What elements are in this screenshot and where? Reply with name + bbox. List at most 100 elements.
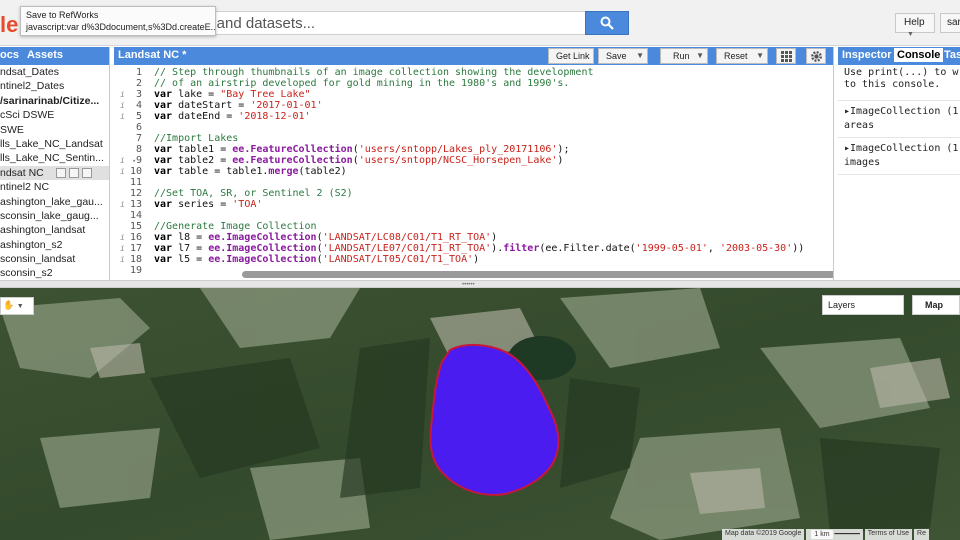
code-line[interactable]: i 18 var l5 = ee.ImageCollection('LANDSAT/… bbox=[114, 254, 833, 265]
share-icon[interactable] bbox=[56, 167, 66, 178]
asset-item[interactable]: ndsat_Dates bbox=[0, 65, 109, 79]
asset-item[interactable]: ntinel2_Dates bbox=[0, 79, 109, 93]
console-item-title: ImageCollection (1 bbox=[850, 143, 959, 154]
asset-item[interactable]: /sarinarinab/Citize... bbox=[0, 94, 109, 108]
code-line[interactable]: 2 // of an airstrip developed for gold mi… bbox=[114, 78, 833, 89]
terms-link[interactable]: Terms of Use bbox=[864, 529, 913, 540]
info-icon[interactable]: i bbox=[120, 111, 125, 122]
code-line[interactable]: 7 //Import Lakes bbox=[114, 133, 833, 144]
code-line[interactable]: 1 // Step through thumbnails of an image … bbox=[114, 67, 833, 78]
right-panel-tabs: Inspector Console Tas bbox=[838, 47, 960, 65]
chevron-down-icon: ▼ bbox=[756, 51, 764, 60]
code-area[interactable]: 1 // Step through thumbnails of an image … bbox=[114, 67, 833, 276]
earth-engine-logo[interactable]: le bbox=[0, 12, 18, 38]
line-number: 19 bbox=[114, 265, 142, 276]
line-number-text: 13 bbox=[129, 199, 142, 210]
code-line[interactable]: 8 var table1 = ee.FeatureCollection('user… bbox=[114, 144, 833, 155]
code-line[interactable]: i 17 var l7 = ee.ImageCollection('LANDSAT/… bbox=[114, 243, 833, 254]
map-attribution: Map data ©2019 Google 1 km ━━━━━━ Terms … bbox=[720, 529, 929, 540]
line-number: 7 bbox=[114, 133, 142, 144]
asset-item[interactable]: cSci DSWE bbox=[0, 108, 109, 122]
code-editor-app: le s and datasets... Save to RefWorks ja… bbox=[0, 0, 960, 540]
reset-button[interactable]: Reset ▼ bbox=[716, 48, 768, 64]
line-number-text: 18 bbox=[129, 254, 142, 265]
info-icon[interactable]: i bbox=[120, 254, 125, 265]
asset-item[interactable]: sconsin_lake_gaug... bbox=[0, 209, 109, 223]
info-icon[interactable]: i bbox=[120, 155, 125, 166]
delete-icon[interactable] bbox=[82, 167, 92, 178]
code-line[interactable]: i 13 var series = 'TOA' bbox=[114, 199, 833, 210]
user-account-button[interactable]: sari bbox=[940, 13, 960, 33]
code-line[interactable]: 12 //Set TOA, SR, or Sentinel 2 (S2) bbox=[114, 188, 833, 199]
tab-tasks[interactable]: Tas bbox=[944, 49, 960, 61]
code-token: )) bbox=[792, 243, 805, 254]
code-token: l8 = bbox=[172, 232, 209, 243]
code-text: //Generate Image Collection bbox=[154, 221, 317, 232]
asset-item[interactable]: lls_Lake_NC_Landsat bbox=[0, 137, 109, 151]
info-icon[interactable]: i bbox=[120, 232, 125, 243]
code-text: var table1 = ee.FeatureCollection('users… bbox=[154, 144, 569, 155]
asset-item[interactable]: ashington_landsat bbox=[0, 223, 109, 237]
asset-item[interactable]: ntinel2 NC bbox=[0, 180, 109, 194]
line-number: 1 bbox=[114, 67, 142, 78]
settings-button[interactable] bbox=[806, 48, 826, 64]
console-item[interactable]: ▸ImageCollection (1 areas bbox=[838, 101, 960, 138]
code-token: // Step through thumbnails of an image c… bbox=[154, 67, 594, 78]
code-text: var table = table1.merge(table2) bbox=[154, 166, 347, 177]
map-type-button[interactable]: Map bbox=[912, 295, 960, 315]
get-link-button[interactable]: Get Link bbox=[548, 48, 594, 64]
line-number-text: 9 bbox=[135, 155, 142, 166]
tab-docs[interactable]: ocs bbox=[0, 49, 19, 61]
code-line[interactable]: i 5 var dateEnd = '2018-12-01' bbox=[114, 111, 833, 122]
help-button[interactable]: Help ▼ bbox=[895, 13, 935, 38]
code-line[interactable]: i 3 var lake = "Bay Tree Lake" bbox=[114, 89, 833, 100]
info-icon[interactable]: i bbox=[120, 243, 125, 254]
code-line[interactable]: 14 bbox=[114, 210, 833, 221]
layers-control[interactable]: Layers bbox=[822, 295, 904, 315]
code-token: var bbox=[154, 243, 173, 254]
code-line[interactable]: i 9 ▾ var table2 = ee.FeatureCollection('us… bbox=[114, 155, 833, 166]
code-line[interactable]: 6 bbox=[114, 122, 833, 133]
tab-inspector[interactable]: Inspector bbox=[842, 49, 892, 61]
code-token: lake = bbox=[172, 89, 221, 100]
code-token: 'LANDSAT/LC08/C01/T1_RT_TOA' bbox=[322, 232, 492, 243]
horizontal-scrollbar[interactable] bbox=[242, 271, 833, 278]
info-icon[interactable]: i bbox=[120, 166, 125, 177]
save-button[interactable]: Save ▼ bbox=[598, 48, 648, 64]
code-line[interactable]: 15 //Generate Image Collection bbox=[114, 221, 833, 232]
code-token: (table2) bbox=[298, 166, 347, 177]
search-button[interactable] bbox=[585, 11, 629, 35]
drawing-tools[interactable]: ✋ ▼ bbox=[0, 297, 34, 315]
line-number: 12 bbox=[114, 188, 142, 199]
console-item[interactable]: ▸ImageCollection (1 images bbox=[838, 138, 960, 175]
console-intro: Use print(...) to w to this console. bbox=[838, 65, 960, 93]
info-icon[interactable]: i bbox=[120, 100, 125, 111]
apps-button[interactable] bbox=[776, 48, 796, 64]
report-link[interactable]: Re bbox=[914, 529, 929, 540]
run-button[interactable]: Run ▼ bbox=[660, 48, 708, 64]
code-text: var table2 = ee.FeatureCollection('users… bbox=[154, 155, 563, 166]
code-token: var bbox=[154, 199, 173, 210]
code-line[interactable]: i 4 var dateStart = '2017-01-01' bbox=[114, 100, 833, 111]
asset-item[interactable]: ashington_lake_gau... bbox=[0, 195, 109, 209]
asset-item[interactable]: sconsin_s2 bbox=[0, 266, 109, 280]
code-token: //Generate Image Collection bbox=[154, 221, 317, 232]
asset-item[interactable]: sconsin_landsat bbox=[0, 252, 109, 266]
asset-item[interactable]: ndsat NC bbox=[0, 165, 109, 181]
asset-item[interactable]: ashington_s2 bbox=[0, 238, 109, 252]
panel-resize-handle[interactable]: •••••• bbox=[0, 280, 960, 288]
asset-item[interactable]: SWE bbox=[0, 123, 109, 137]
tab-console[interactable]: Console bbox=[894, 48, 944, 62]
info-icon[interactable]: i bbox=[120, 89, 125, 100]
line-number-text: 7 bbox=[135, 133, 142, 144]
asset-item[interactable]: lls_Lake_NC_Sentin... bbox=[0, 151, 109, 165]
code-line[interactable]: i 16 var l8 = ee.ImageCollection('LANDSAT/… bbox=[114, 232, 833, 243]
edit-icon[interactable] bbox=[69, 167, 79, 178]
code-line[interactable]: 11 bbox=[114, 177, 833, 188]
info-icon[interactable]: i bbox=[120, 199, 125, 210]
tab-assets[interactable]: Assets bbox=[27, 49, 63, 61]
code-text: // Step through thumbnails of an image c… bbox=[154, 67, 594, 78]
code-line[interactable]: i 10 var table = table1.merge(table2) bbox=[114, 166, 833, 177]
asset-label: lls_Lake_NC_Sentin... bbox=[0, 152, 104, 165]
map-view[interactable]: ✋ ▼ Layers Map Map data ©2019 Google 1 k… bbox=[0, 288, 960, 540]
